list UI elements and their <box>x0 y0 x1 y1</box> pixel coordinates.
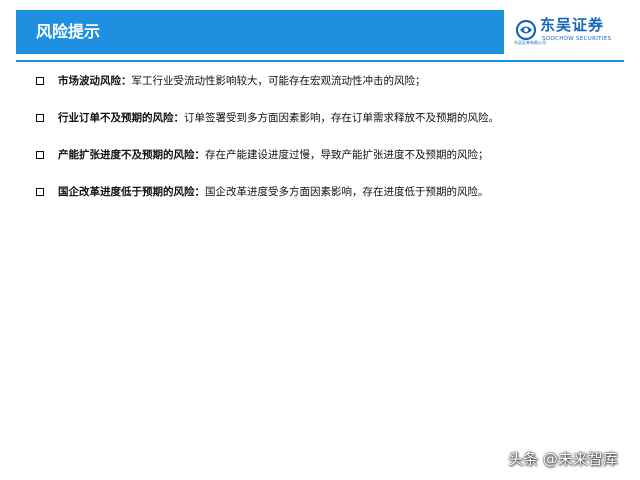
risk-title: 国企改革进度低于预期的风险 <box>58 186 195 198</box>
company-logo: 东吴证券 SOOCHOW SECURITIES 东吴证券有限公司 <box>512 14 628 50</box>
risk-text: 行业订单不及预期的风险：订单签署受到多方面因素影响，存在订单需求释放不及预期的风… <box>58 109 499 127</box>
header-divider <box>16 60 624 62</box>
risk-body: 军工行业受流动性影响较大，可能存在宏观流动性冲击的风险； <box>131 75 426 87</box>
risk-item-orders: 行业订单不及预期的风险：订单签署受到多方面因素影响，存在订单需求释放不及预期的风… <box>36 109 626 127</box>
risk-title: 市场波动风险 <box>58 75 121 87</box>
risk-separator: ： <box>194 149 206 161</box>
risk-title: 产能扩张进度不及预期的风险 <box>58 149 195 161</box>
header-bar: 风险提示 <box>16 10 504 54</box>
risk-body: 订单签署受到多方面因素影响，存在订单需求释放不及预期的风险。 <box>184 112 499 124</box>
risk-separator: ： <box>173 112 185 124</box>
risk-title: 行业订单不及预期的风险 <box>58 112 174 124</box>
checkbox-bullet-icon <box>36 151 44 159</box>
risk-text: 国企改革进度低于预期的风险：国企改革进度受多方面因素影响，存在进度低于预期的风险… <box>58 183 489 201</box>
logo-text-small: 东吴证券有限公司 <box>514 40 546 45</box>
risk-list: 市场波动风险：军工行业受流动性影响较大，可能存在宏观流动性冲击的风险； 行业订单… <box>36 72 626 220</box>
page-title: 风险提示 <box>36 22 101 41</box>
checkbox-bullet-icon <box>36 114 44 122</box>
logo-mark-icon <box>516 20 536 40</box>
risk-item-market: 市场波动风险：军工行业受流动性影响较大，可能存在宏观流动性冲击的风险； <box>36 72 626 90</box>
risk-body: 国企改革进度受多方面因素影响，存在进度低于预期的风险。 <box>205 186 489 198</box>
risk-separator: ： <box>194 186 206 198</box>
risk-text: 产能扩张进度不及预期的风险：存在产能建设进度过慢，导致产能扩张进度不及预期的风险… <box>58 146 489 164</box>
checkbox-bullet-icon <box>36 77 44 85</box>
watermark: 头条 @未来智库 <box>508 450 618 468</box>
risk-text: 市场波动风险：军工行业受流动性影响较大，可能存在宏观流动性冲击的风险； <box>58 72 426 90</box>
risk-item-capacity: 产能扩张进度不及预期的风险：存在产能建设进度过慢，导致产能扩张进度不及预期的风险… <box>36 146 626 164</box>
risk-separator: ： <box>121 75 132 87</box>
checkbox-bullet-icon <box>36 188 44 196</box>
risk-item-soe-reform: 国企改革进度低于预期的风险：国企改革进度受多方面因素影响，存在进度低于预期的风险… <box>36 183 626 201</box>
logo-text-cn: 东吴证券 <box>540 16 605 34</box>
risk-body: 存在产能建设进度过慢，导致产能扩张进度不及预期的风险； <box>205 149 489 161</box>
logo-text-en: SOOCHOW SECURITIES <box>542 36 612 42</box>
